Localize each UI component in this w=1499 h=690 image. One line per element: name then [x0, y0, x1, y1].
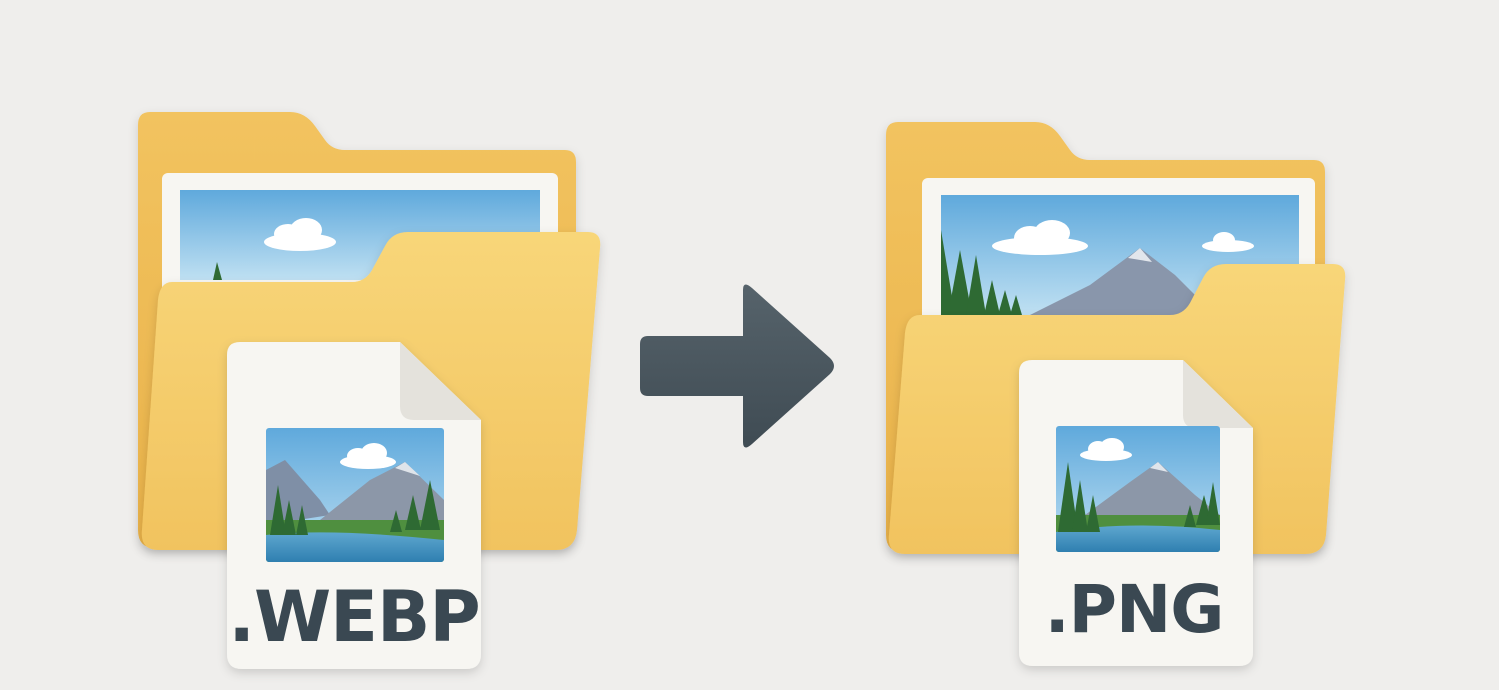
conversion-illustration: .WEBP .PNG — [0, 0, 1499, 690]
source-extension-label: .WEBP — [228, 576, 479, 658]
source-thumbnail-image — [266, 428, 444, 562]
illustration-canvas: .WEBP .PNG — [138, 112, 1346, 669]
arrow-right-icon — [640, 284, 834, 448]
target-thumbnail-image — [1056, 426, 1220, 552]
target-extension-label: .PNG — [1045, 571, 1224, 648]
